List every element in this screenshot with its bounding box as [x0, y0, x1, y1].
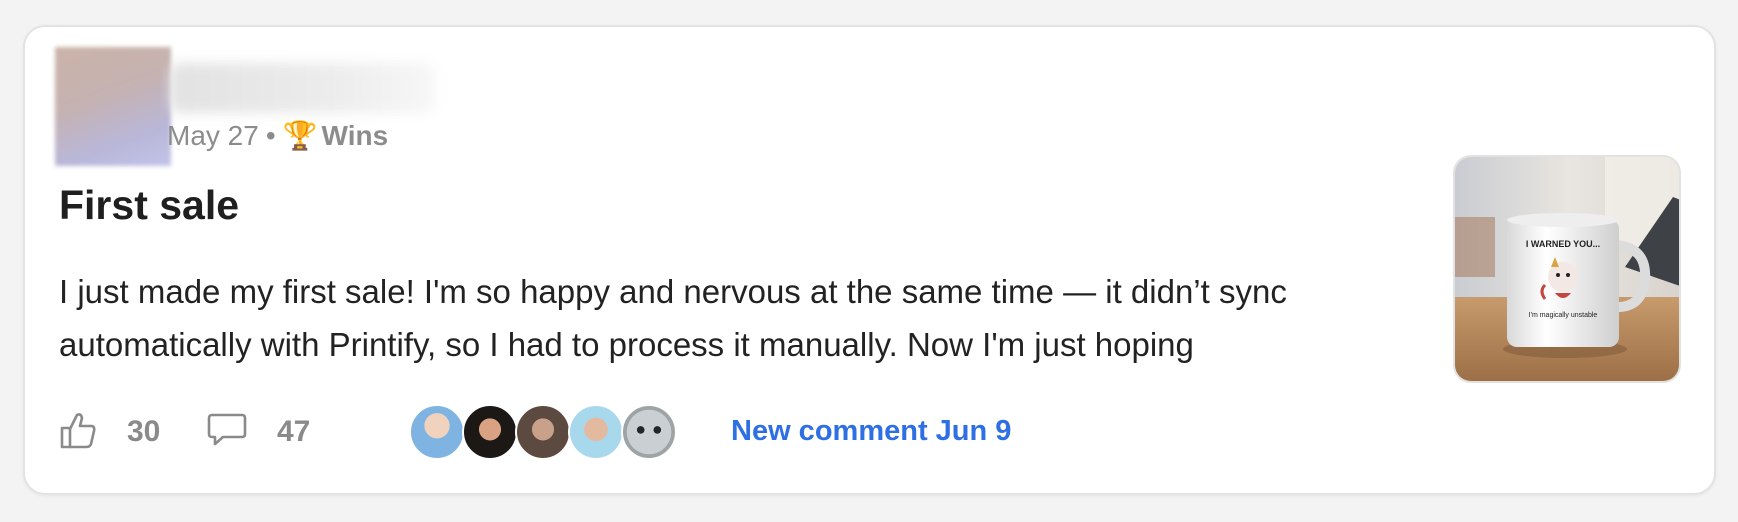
author-avatar[interactable]	[55, 47, 171, 166]
post-thumbnail[interactable]: I WARNED YOU... I'm magically unstable	[1453, 155, 1681, 383]
commenter-avatar[interactable]	[515, 404, 571, 460]
mug-text-top: I WARNED YOU...	[1526, 239, 1600, 249]
category-label[interactable]: Wins	[322, 120, 389, 151]
comment-count: 47	[277, 415, 311, 448]
commenter-avatar[interactable]	[621, 404, 677, 460]
commenter-avatar[interactable]	[409, 404, 465, 460]
like-count: 30	[127, 415, 161, 448]
like-button[interactable]: 30	[59, 402, 160, 462]
post-footer: 30 47 New comment Jun 9	[59, 402, 1059, 462]
trophy-icon: 🏆	[282, 120, 318, 151]
post-card[interactable]: May 27 • 🏆 Wins First sale I just made my f…	[23, 25, 1716, 495]
commenter-avatar[interactable]	[462, 404, 518, 460]
post-date: May 27	[167, 120, 259, 151]
comment-button[interactable]: 47	[207, 402, 310, 462]
commenter-avatar[interactable]	[568, 404, 624, 460]
author-name[interactable]	[170, 63, 435, 113]
post-excerpt[interactable]: I just made my first sale! I'm so happy …	[59, 265, 1429, 371]
mug-text-bottom: I'm magically unstable	[1529, 312, 1598, 319]
post-meta: May 27 • 🏆 Wins	[167, 119, 388, 152]
thumbs-up-icon	[59, 410, 97, 455]
post-title[interactable]: First sale	[59, 182, 239, 229]
comment-icon	[207, 411, 247, 454]
mug-image: I WARNED YOU... I'm magically unstable	[1455, 157, 1679, 381]
new-comment-link[interactable]: New comment Jun 9	[731, 415, 1011, 448]
meta-separator: •	[265, 120, 276, 151]
